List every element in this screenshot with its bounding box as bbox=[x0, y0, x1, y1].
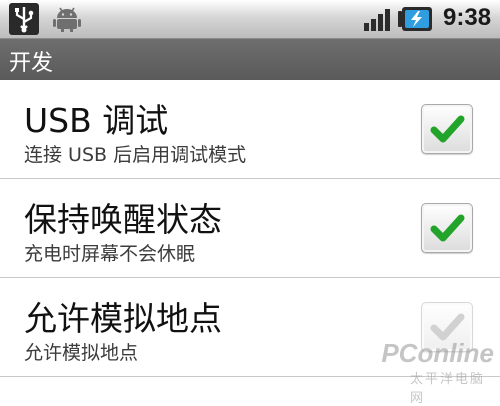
setting-title: 允许模拟地点 bbox=[24, 299, 222, 338]
setting-title: 保持唤醒状态 bbox=[24, 200, 222, 239]
checkmark-icon bbox=[430, 214, 465, 242]
setting-subtitle: 充电时屏幕不会休眠 bbox=[24, 243, 196, 265]
checkmark-icon bbox=[430, 115, 465, 143]
stay-awake-checkbox[interactable] bbox=[421, 203, 473, 253]
setting-usb-debugging[interactable]: USB 调试 连接 USB 后启用调试模式 bbox=[0, 80, 500, 179]
signal-strength-icon bbox=[364, 9, 392, 31]
watermark-tagline: 太平洋电脑网 bbox=[410, 372, 486, 406]
status-bar-clock: 9:38 bbox=[443, 4, 492, 31]
watermark-logo: PConline 太平洋电脑网 bbox=[381, 338, 498, 406]
battery-charging-icon bbox=[397, 6, 433, 32]
title-bar: 开发 bbox=[0, 39, 500, 80]
watermark-brand: PConline bbox=[381, 338, 494, 368]
usb-icon bbox=[9, 3, 39, 35]
setting-stay-awake[interactable]: 保持唤醒状态 充电时屏幕不会休眠 bbox=[0, 179, 500, 278]
page-title: 开发 bbox=[9, 51, 54, 76]
status-bar: 9:38 bbox=[0, 0, 500, 39]
android-debug-icon bbox=[52, 6, 82, 32]
setting-subtitle: 允许模拟地点 bbox=[24, 342, 139, 364]
setting-subtitle: 连接 USB 后启用调试模式 bbox=[24, 144, 247, 166]
usb-debugging-checkbox[interactable] bbox=[421, 104, 473, 154]
setting-title: USB 调试 bbox=[24, 101, 169, 140]
